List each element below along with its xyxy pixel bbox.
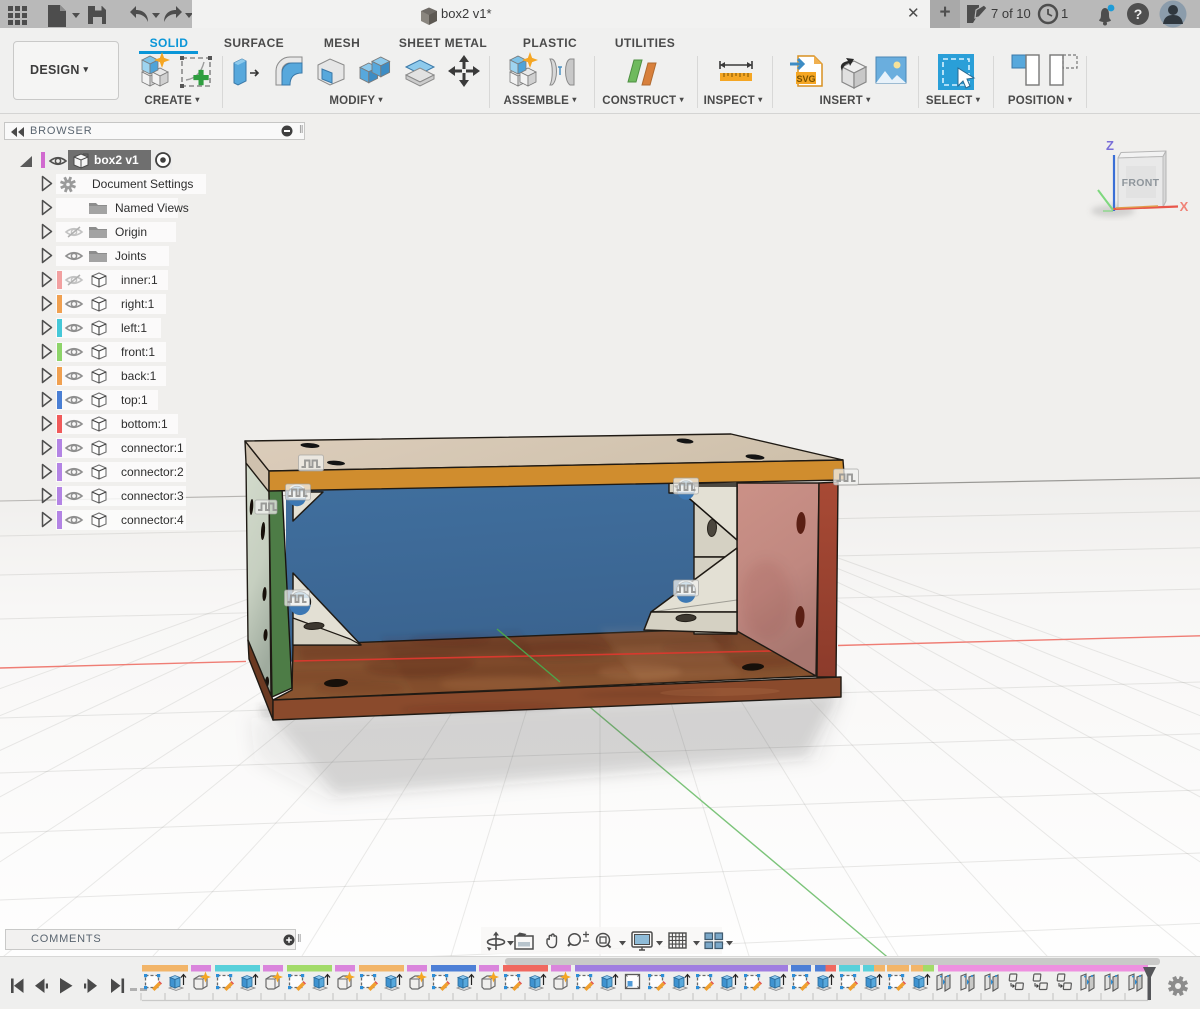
svg-text:Z: Z	[1106, 138, 1114, 153]
svg-text:FRONT: FRONT	[1122, 177, 1160, 189]
svg-text:?: ?	[1134, 6, 1143, 22]
svg-text:X: X	[1180, 199, 1189, 214]
svg-text:SVG: SVG	[796, 74, 815, 84]
